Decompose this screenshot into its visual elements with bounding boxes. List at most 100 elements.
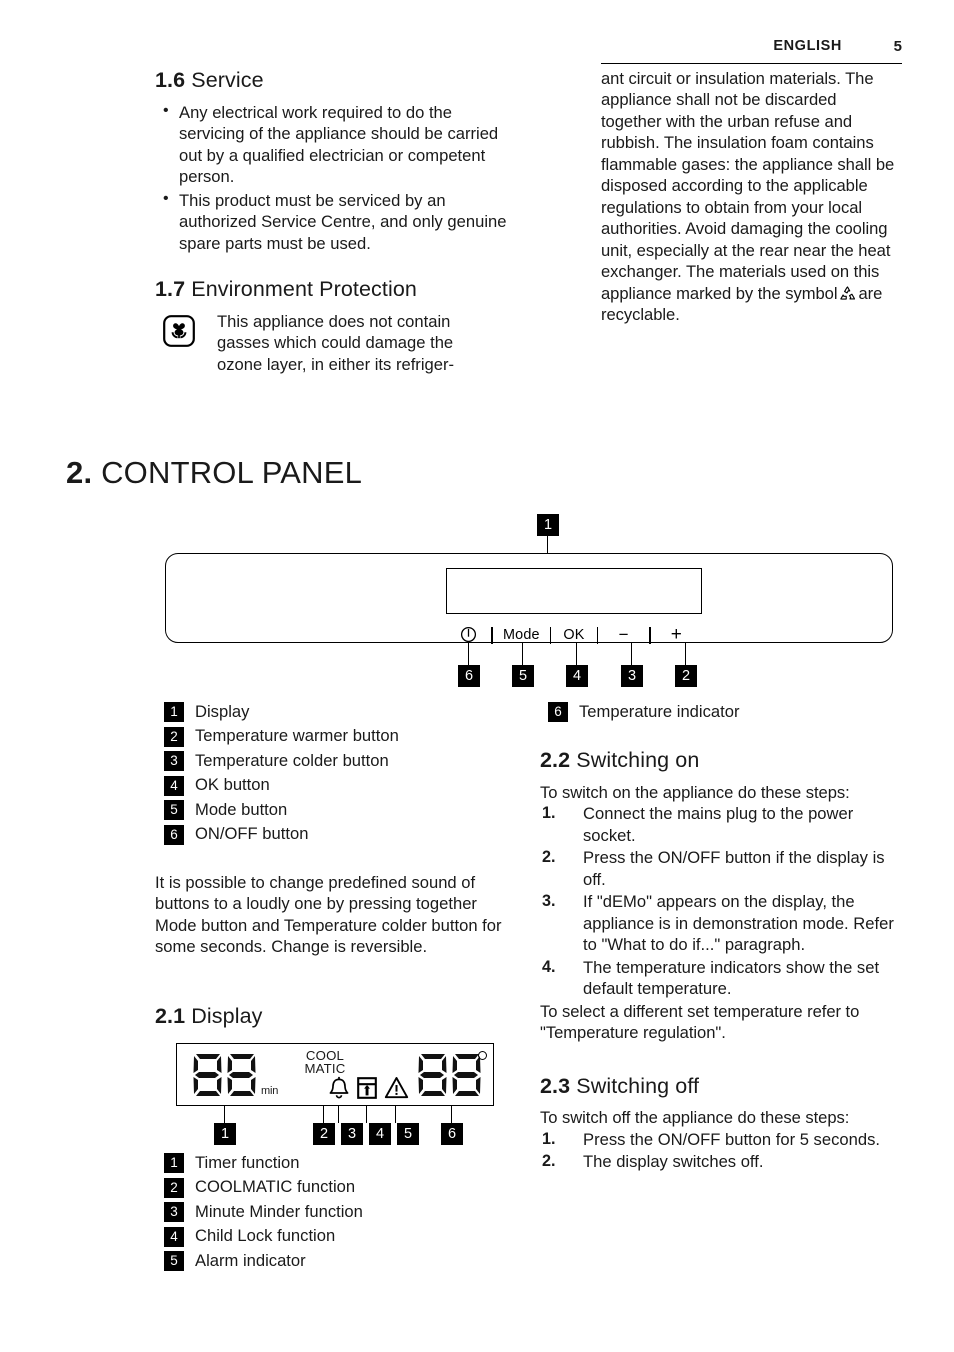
lcd-callout-6: 6: [441, 1123, 463, 1145]
environment-continuation: ant circuit or insulation materials. The…: [601, 68, 901, 326]
right-column-lower: 2.2 Switching on To switch on the applia…: [540, 748, 902, 1174]
document-page: ENGLISH 5 1.6 Service Any electrical wor…: [0, 0, 954, 1352]
legend-badge: 1: [164, 702, 184, 722]
legend-badge: 2: [164, 726, 184, 747]
section-heading-environment: 1.7 Environment Protection: [155, 277, 517, 302]
legend-label: Child Lock function: [195, 1226, 336, 1246]
legend-label: Temperature indicator: [579, 701, 740, 721]
coolmatic-label: COOL MATIC: [289, 1049, 361, 1076]
legend-badge: 5: [164, 800, 184, 820]
button-sound-note: It is possible to change predefined soun…: [155, 873, 502, 957]
temperature-indicator-legend: 6 Temperature indicator: [548, 702, 908, 727]
timer-digits: [193, 1052, 261, 1102]
lcd-callout-2: 2: [313, 1123, 335, 1145]
list-item: If "dEMo" appears on the display, the ap…: [542, 891, 894, 955]
legend-badge: 6: [164, 824, 184, 845]
temperature-colder-button[interactable]: −: [598, 625, 649, 645]
temperature-warmer-button[interactable]: +: [651, 624, 702, 646]
section-number: 2.3: [540, 1073, 571, 1098]
callout-1-display: 1: [537, 514, 559, 536]
mode-button[interactable]: Mode: [493, 627, 550, 643]
list-item: 4 Child Lock function: [164, 1226, 524, 1247]
temperature-digits: [418, 1052, 486, 1102]
section-number: 2.2: [540, 748, 571, 772]
section-title: Switching off: [576, 1073, 700, 1098]
callout-5-mode: 5: [512, 665, 534, 687]
control-panel-legend: 1 Display 2 Temperature warmer button 3 …: [164, 702, 524, 849]
left-column-top: 1.6 Service Any electrical work required…: [155, 68, 517, 375]
legend-label: Alarm indicator: [195, 1250, 306, 1270]
list-item: The temperature indicators show the set …: [542, 957, 880, 999]
environment-text: This appliance does not contain gasses w…: [217, 311, 455, 374]
legend-label: Mode button: [195, 799, 288, 819]
timer-unit-label: min: [261, 1085, 279, 1097]
list-item: 2 Temperature warmer button: [164, 726, 524, 747]
on-off-button[interactable]: [446, 626, 491, 644]
chapter-title: CONTROL PANEL: [101, 455, 363, 490]
chapter-number: 2.: [66, 455, 93, 490]
list-item: 5 Alarm indicator: [164, 1251, 524, 1271]
list-item: 3 Temperature colder button: [164, 751, 524, 771]
leader-line: [323, 1106, 325, 1123]
warning-triangle-icon: [384, 1076, 409, 1105]
leader-line: [576, 643, 578, 665]
ok-button[interactable]: OK: [551, 627, 596, 643]
list-item: The display switches off.: [542, 1151, 764, 1172]
list-item: Connect the mains plug to the power sock…: [542, 803, 854, 845]
leader-line: [338, 1106, 340, 1123]
lcd-callout-1: 1: [214, 1123, 236, 1145]
page-title: 2. CONTROL PANEL: [66, 455, 362, 491]
legend-badge: 6: [548, 702, 568, 722]
plus-icon: +: [670, 624, 683, 645]
legend-badge: 2: [164, 1177, 184, 1198]
legend-label: Display: [195, 701, 250, 721]
legend-label: Timer function: [195, 1152, 300, 1172]
control-panel-display[interactable]: [446, 568, 702, 614]
control-panel-button-row: Mode OK − +: [446, 622, 702, 648]
leader-line: [366, 1106, 368, 1123]
leader-line: [224, 1106, 226, 1123]
leader-line: [631, 643, 633, 665]
section-title: Environment Protection: [191, 277, 417, 302]
coolmatic-line-2: MATIC: [304, 1061, 346, 1077]
legend-label: ON/OFF button: [195, 824, 309, 844]
section-heading-switching-on: 2.2 Switching on: [540, 748, 902, 773]
section-title: Service: [191, 68, 264, 92]
legend-badge: 3: [164, 751, 184, 771]
callout-3-colder: 3: [621, 665, 643, 687]
list-item: 2 COOLMATIC function: [164, 1177, 524, 1198]
legend-badge: 3: [164, 1202, 184, 1222]
list-item: This product must be serviced by an auth…: [155, 189, 517, 254]
recycling-icon: [838, 285, 857, 302]
section-heading-service: 1.6 Service: [155, 68, 517, 93]
leader-line: [685, 643, 687, 665]
right-column-top: ant circuit or insulation materials. The…: [601, 68, 901, 326]
leader-line: [468, 643, 470, 665]
section-title: Display: [191, 1004, 263, 1028]
bell-icon: [328, 1076, 350, 1105]
section-number: 2.1: [155, 1004, 186, 1028]
list-item: 4 OK button: [164, 775, 524, 796]
list-item: Any electrical work required to do the s…: [155, 101, 517, 188]
environment-note: This appliance does not contain gasses w…: [155, 311, 517, 375]
service-bullet-list: Any electrical work required to do the s…: [155, 101, 517, 254]
lcd-callout-5: 5: [397, 1123, 419, 1145]
coolmatic-line-1: COOL: [305, 1048, 345, 1063]
switching-off-steps: Press the ON/OFF button for 5 seconds. T…: [540, 1129, 902, 1173]
header-page-number: 5: [893, 38, 902, 55]
section-number: 1.6: [155, 68, 186, 92]
section-heading-switching-off: 2.3 Switching off: [540, 1074, 902, 1099]
list-item: 5 Mode button: [164, 800, 524, 820]
callout-2-warmer: 2: [675, 665, 697, 687]
list-item: Press the ON/OFF button for 5 seconds.: [542, 1129, 880, 1150]
callout-4-ok: 4: [566, 665, 588, 687]
legend-label: Minute Minder function: [195, 1201, 363, 1221]
list-item: 1 Display: [164, 702, 524, 722]
list-item: 6 Temperature indicator: [548, 702, 908, 722]
running-header: ENGLISH 5: [0, 38, 954, 64]
power-icon: [460, 626, 477, 643]
leader-line: [522, 643, 524, 665]
degree-symbol-icon: [478, 1051, 487, 1060]
legend-label: COOLMATIC function: [195, 1177, 356, 1197]
list-item: Press the ON/OFF button if the display i…: [542, 847, 885, 889]
